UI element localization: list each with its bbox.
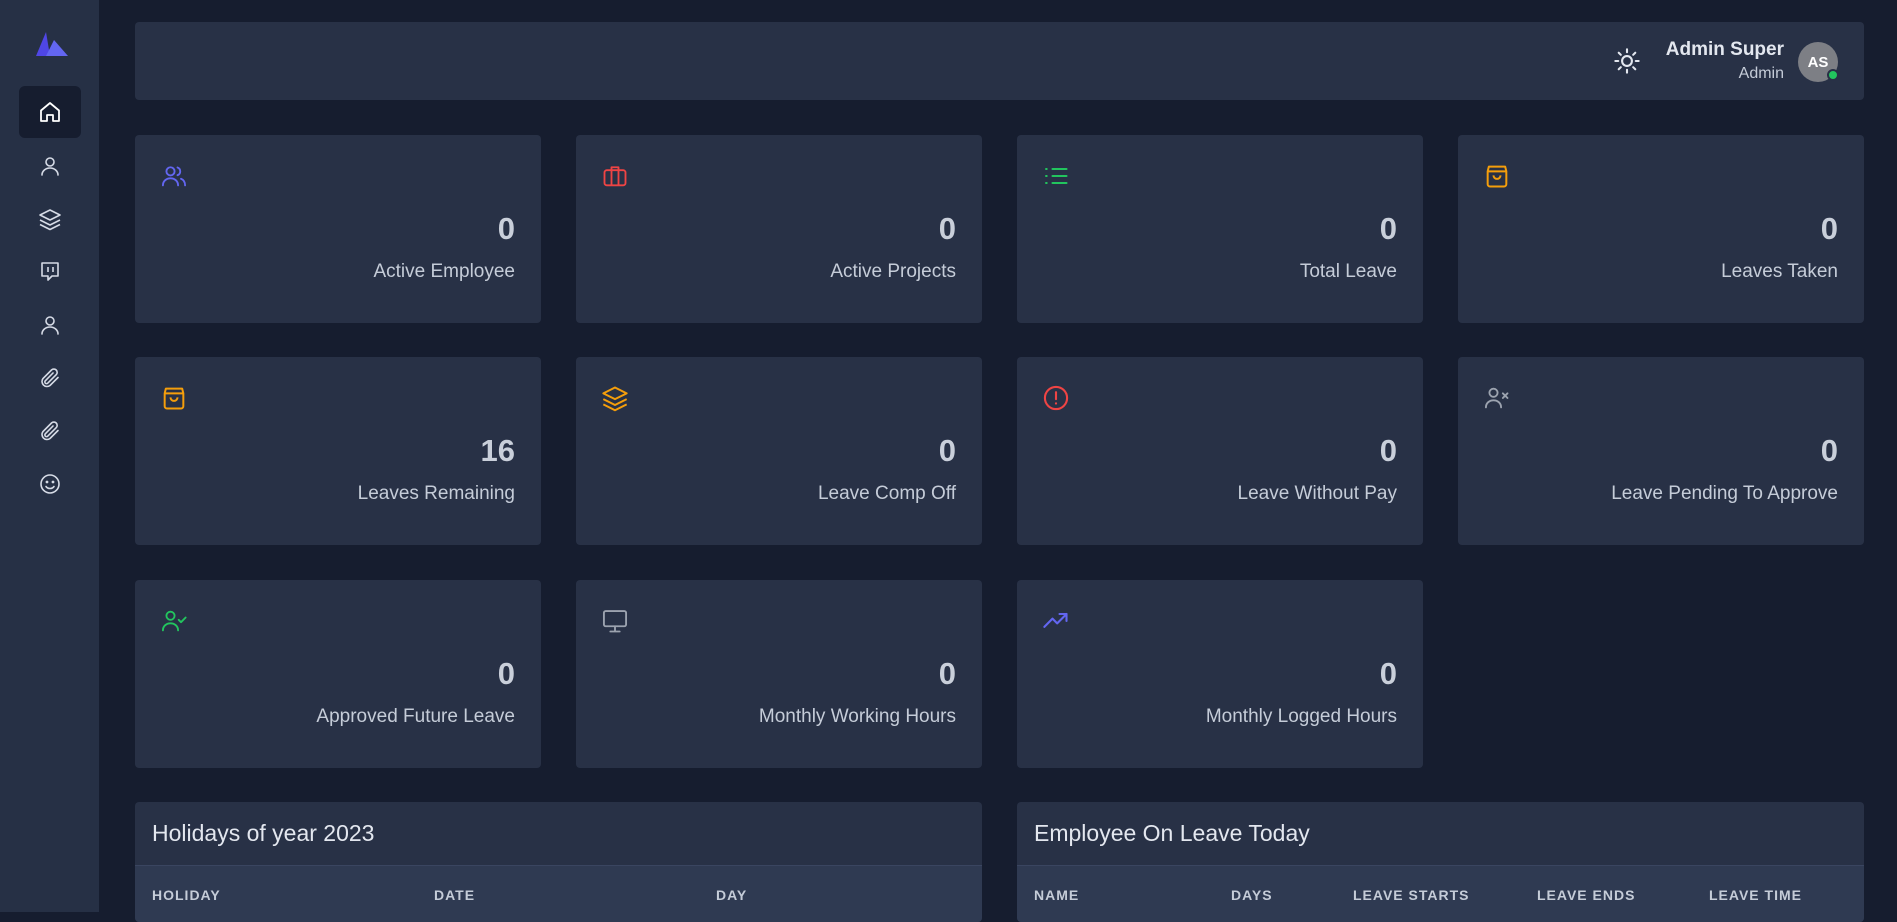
- stat-label: Total Leave: [1299, 261, 1397, 282]
- column-header-leave-starts[interactable]: LEAVE STARTS: [1353, 887, 1470, 903]
- users-icon: [161, 166, 187, 187]
- top-bar: Admin Super Admin AS: [135, 22, 1864, 100]
- avatar-initials: AS: [1807, 53, 1829, 71]
- user-check-icon: [161, 610, 187, 632]
- shopping-bag-icon: [163, 387, 185, 410]
- layers-icon: [602, 386, 628, 412]
- user-icon: [41, 316, 59, 335]
- stat-value: 0: [1820, 433, 1838, 468]
- holidays-panel: Holidays of year 2023 HOLIDAY DATE DAY: [135, 802, 982, 922]
- nav-profile[interactable]: [19, 140, 81, 192]
- stat-card-leave-pending[interactable]: 0 Leave Pending To Approve: [1458, 357, 1864, 545]
- stat-card-approved-future-leave[interactable]: 0 Approved Future Leave: [135, 580, 541, 768]
- holidays-title: Holidays of year 2023: [152, 820, 375, 846]
- nav-feedback[interactable]: [19, 458, 81, 510]
- stat-label: Monthly Working Hours: [758, 706, 956, 727]
- stat-label: Leaves Remaining: [357, 483, 515, 504]
- stat-card-leaves-remaining[interactable]: 16 Leaves Remaining: [135, 357, 541, 545]
- column-header-name[interactable]: NAME: [1034, 887, 1079, 903]
- online-status-dot: [1827, 69, 1839, 81]
- column-header-leave-time[interactable]: LEAVE TIME: [1709, 887, 1802, 903]
- stat-card-total-leave[interactable]: 0 Total Leave: [1017, 135, 1423, 323]
- sidebar: [0, 0, 99, 912]
- user-name: Admin Super: [1665, 39, 1784, 60]
- stat-label: Approved Future Leave: [316, 706, 515, 727]
- layers-icon: [39, 209, 61, 231]
- home-icon: [40, 102, 60, 122]
- user-x-icon: [1484, 387, 1509, 409]
- message-square-icon: [41, 262, 59, 281]
- holidays-table-header: HOLIDAY DATE DAY: [135, 865, 982, 922]
- nav-messages[interactable]: [19, 246, 81, 298]
- stat-value: 0: [938, 211, 956, 246]
- on-leave-title: Employee On Leave Today: [1034, 820, 1310, 846]
- sun-icon[interactable]: [1613, 47, 1641, 75]
- column-header-leave-ends[interactable]: LEAVE ENDS: [1537, 887, 1635, 903]
- user-icon: [41, 157, 59, 176]
- monitor-icon: [602, 610, 628, 633]
- avatar[interactable]: AS: [1798, 42, 1839, 82]
- app-logo[interactable]: [36, 30, 68, 58]
- stat-label: Active Projects: [830, 261, 956, 282]
- stat-value: 0: [938, 656, 956, 691]
- nav-employees[interactable]: [19, 299, 81, 351]
- on-leave-table-header: NAME DAYS LEAVE STARTS LEAVE ENDS LEAVE …: [1017, 865, 1864, 922]
- trending-up-icon: [1043, 612, 1068, 628]
- shopping-bag-icon: [1486, 165, 1508, 188]
- list-icon: [1045, 167, 1068, 185]
- column-header-holiday[interactable]: HOLIDAY: [152, 887, 221, 903]
- stat-card-active-employee[interactable]: 0 Active Employee: [135, 135, 541, 323]
- nav-documents[interactable]: [19, 405, 81, 457]
- stat-card-monthly-working-hours[interactable]: 0 Monthly Working Hours: [576, 580, 982, 768]
- stat-value: 0: [1379, 656, 1397, 691]
- stat-value: 0: [497, 211, 515, 246]
- column-header-days[interactable]: DAYS: [1231, 887, 1273, 903]
- on-leave-panel: Employee On Leave Today NAME DAYS LEAVE …: [1017, 802, 1864, 922]
- paperclip-icon: [41, 368, 59, 388]
- nav-attachments[interactable]: [19, 352, 81, 404]
- briefcase-icon: [603, 166, 627, 187]
- stat-value: 0: [497, 656, 515, 691]
- stat-card-leave-without-pay[interactable]: 0 Leave Without Pay: [1017, 357, 1423, 545]
- stat-card-leave-comp-off[interactable]: 0 Leave Comp Off: [576, 357, 982, 545]
- user-role: Admin: [1738, 65, 1784, 82]
- stat-card-active-projects[interactable]: 0 Active Projects: [576, 135, 982, 323]
- stat-label: Leave Without Pay: [1237, 483, 1397, 504]
- stat-value: 0: [1379, 211, 1397, 246]
- stat-value: 0: [1820, 211, 1838, 246]
- stat-label: Leaves Taken: [1721, 261, 1838, 282]
- nav-home[interactable]: [19, 86, 81, 138]
- stat-value: 0: [938, 433, 956, 468]
- stat-value: 16: [480, 433, 515, 468]
- stat-label: Leave Comp Off: [817, 483, 956, 504]
- smile-icon: [40, 474, 60, 494]
- stat-value: 0: [1379, 433, 1397, 468]
- column-header-day[interactable]: DAY: [716, 887, 747, 903]
- nav-layers[interactable]: [19, 193, 81, 245]
- stat-card-monthly-logged-hours[interactable]: 0 Monthly Logged Hours: [1017, 580, 1423, 768]
- stat-label: Active Employee: [373, 261, 515, 282]
- stat-label: Leave Pending To Approve: [1611, 483, 1838, 504]
- alert-circle-icon: [1043, 385, 1069, 411]
- paperclip-icon: [41, 421, 59, 441]
- column-header-date[interactable]: DATE: [434, 887, 475, 903]
- stat-card-leaves-taken[interactable]: 0 Leaves Taken: [1458, 135, 1864, 323]
- stat-label: Monthly Logged Hours: [1205, 706, 1397, 727]
